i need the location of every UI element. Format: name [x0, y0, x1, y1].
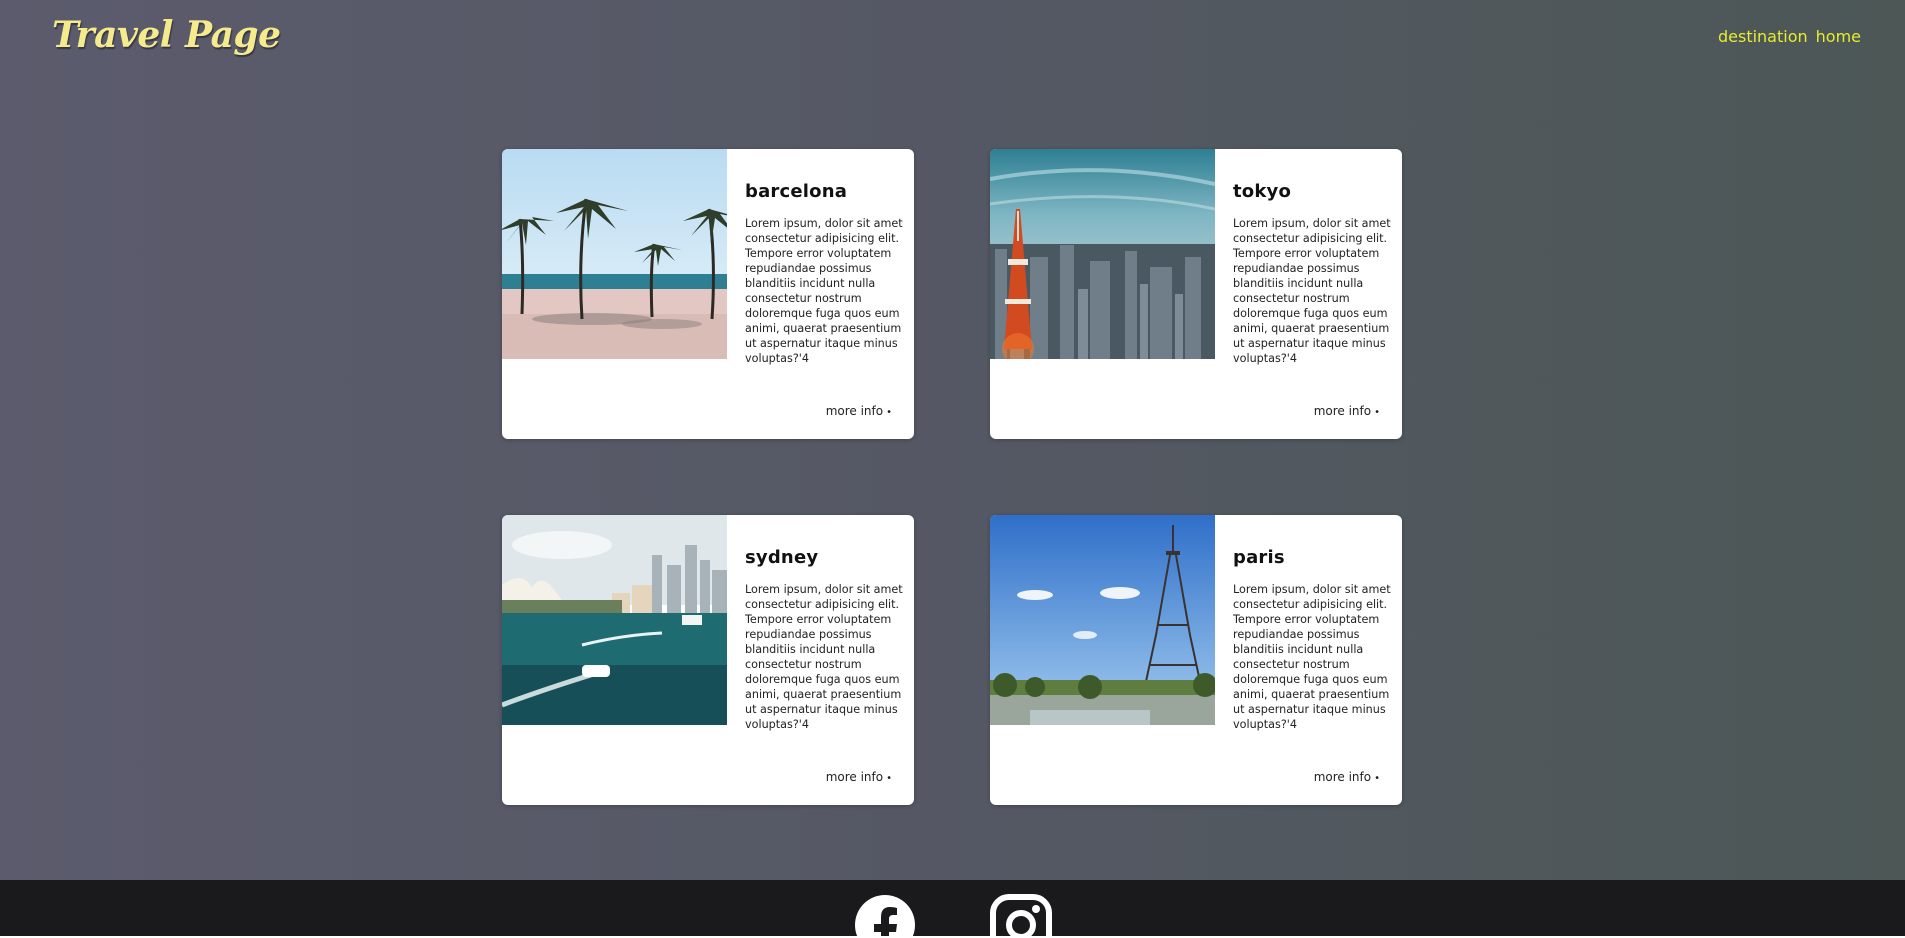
card-title: paris [1233, 547, 1285, 568]
site-logo[interactable]: Travel Page [52, 14, 281, 56]
more-info-label: more info [825, 770, 884, 784]
card-description: Lorem ipsum, dolor sit amet consectetur … [1233, 583, 1391, 731]
tokyo-photo [990, 149, 1215, 359]
card-body: paris Lorem ipsum, dolor sit amet consec… [1233, 547, 1395, 732]
more-info-label: more info [1313, 770, 1372, 784]
bullet-icon: • [886, 407, 892, 418]
card-body: tokyo Lorem ipsum, dolor sit amet consec… [1233, 181, 1395, 366]
card-title: barcelona [745, 181, 848, 202]
card-title: sydney [745, 547, 819, 568]
more-info-link[interactable]: more info • [1314, 404, 1380, 418]
main-nav: destination home [1718, 27, 1861, 46]
more-info-link[interactable]: more info • [826, 404, 892, 418]
card-title: tokyo [1233, 181, 1292, 202]
bullet-icon: • [1374, 407, 1380, 418]
more-info-label: more info [825, 404, 884, 418]
bullet-icon: • [1374, 773, 1380, 784]
destination-card-tokyo: tokyo Lorem ipsum, dolor sit amet consec… [990, 149, 1402, 439]
instagram-icon[interactable] [990, 894, 1052, 938]
more-info-label: more info [1313, 404, 1372, 418]
more-info-link[interactable]: more info • [1314, 770, 1380, 784]
paris-photo [990, 515, 1215, 725]
nav-link-home[interactable]: home [1816, 27, 1861, 46]
destination-card-paris: paris Lorem ipsum, dolor sit amet consec… [990, 515, 1402, 805]
card-body: sydney Lorem ipsum, dolor sit amet conse… [745, 547, 907, 732]
footer [0, 880, 1905, 938]
card-description: Lorem ipsum, dolor sit amet consectetur … [745, 583, 903, 731]
sydney-photo [502, 515, 727, 725]
barcelona-photo [502, 149, 727, 359]
destination-card-barcelona: barcelona Lorem ipsum, dolor sit amet co… [502, 149, 914, 439]
card-body: barcelona Lorem ipsum, dolor sit amet co… [745, 181, 907, 366]
card-description: Lorem ipsum, dolor sit amet consectetur … [1233, 217, 1391, 365]
destination-card-sydney: sydney Lorem ipsum, dolor sit amet conse… [502, 515, 914, 805]
page-background: Travel Page destination home barcelona L… [0, 0, 1905, 880]
facebook-icon[interactable] [854, 894, 916, 938]
card-description: Lorem ipsum, dolor sit amet consectetur … [745, 217, 903, 365]
bullet-icon: • [886, 773, 892, 784]
nav-link-destination[interactable]: destination [1718, 27, 1808, 46]
more-info-link[interactable]: more info • [826, 770, 892, 784]
